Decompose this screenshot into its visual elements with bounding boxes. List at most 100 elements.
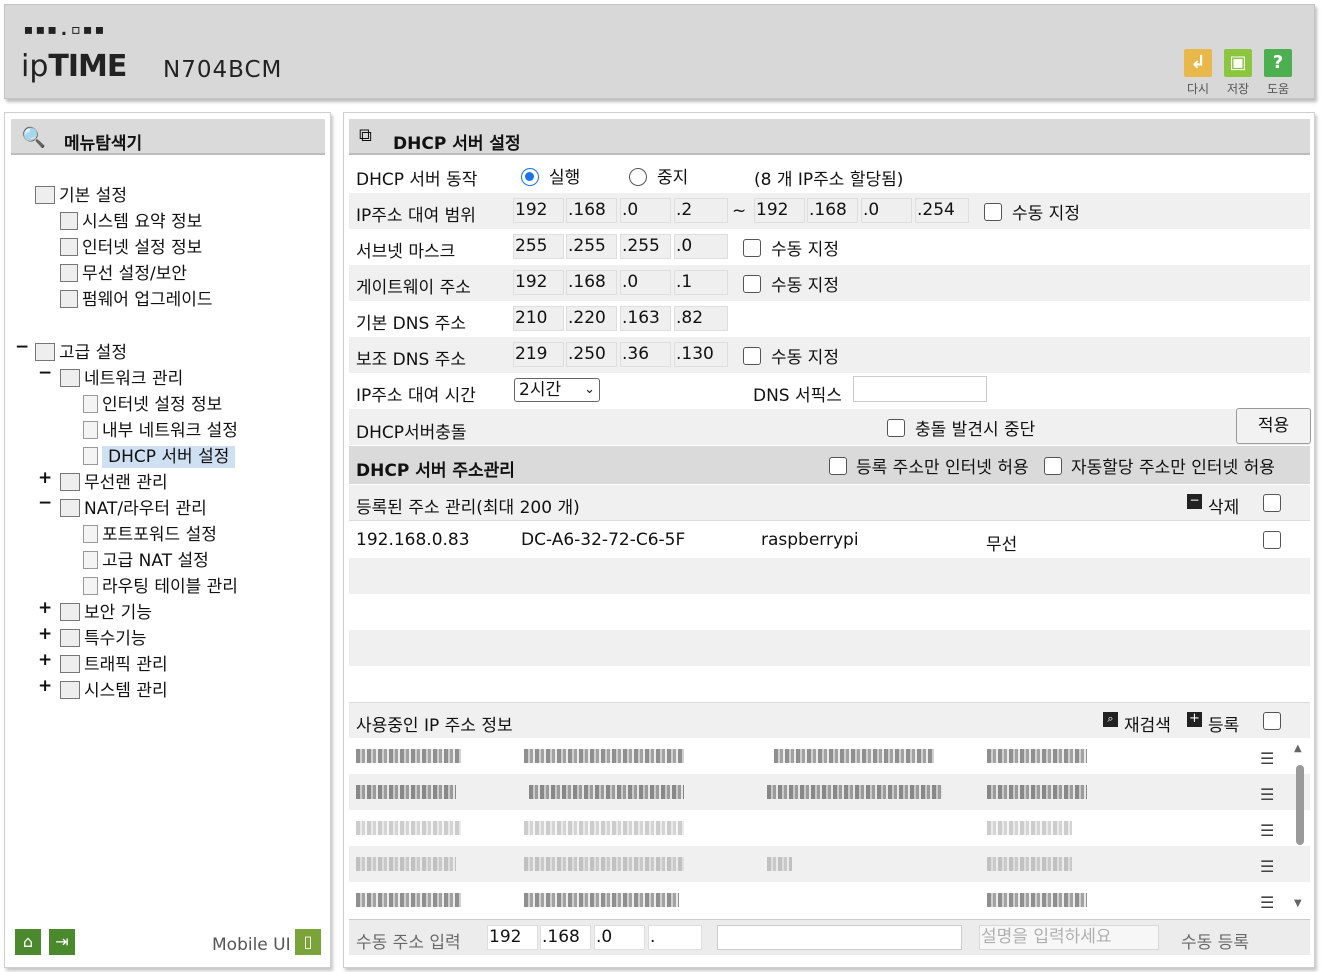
manual-mac-input[interactable] (717, 925, 962, 950)
tree-firmware-upgrade[interactable]: 펌웨어 업그레이드 (60, 285, 213, 310)
subnet-octet-2[interactable]: .255 (566, 234, 617, 259)
range-end-octet-1[interactable]: 192 (754, 198, 805, 223)
range-manual-label: 수동 지정 (1012, 204, 1080, 224)
help-button[interactable]: ? 도움 (1261, 49, 1295, 97)
in-use-select-all-checkbox[interactable] (1263, 712, 1281, 730)
redacted-ip (356, 821, 461, 835)
manual-ip-octet-2[interactable]: .168 (540, 925, 591, 950)
dns1-octet-4[interactable]: .82 (674, 306, 728, 331)
subnet-octet-1[interactable]: 255 (513, 234, 564, 259)
gateway-octet-4[interactable]: .1 (674, 270, 728, 295)
search-icon: 🔍 (21, 125, 46, 149)
range-start-octet-2[interactable]: .168 (566, 198, 617, 223)
save-button[interactable]: ▣ 저장 (1221, 49, 1255, 97)
registered-select-all-checkbox[interactable] (1263, 494, 1281, 512)
reg-row-checkbox[interactable] (1263, 531, 1281, 549)
range-start-octet-4[interactable]: .2 (674, 198, 728, 223)
range-end-octet-3[interactable]: .0 (861, 198, 912, 223)
mobile-ui-link[interactable]: Mobile UI (212, 935, 291, 955)
manual-ip-octet-1[interactable]: 192 (487, 925, 538, 950)
dns-suffix-input[interactable] (853, 376, 987, 402)
manual-register-button[interactable]: 수동 등록 (1181, 928, 1249, 953)
tree-wireless-security[interactable]: 무선 설정/보안 (60, 259, 187, 284)
subnet-manual-checkbox[interactable] (743, 239, 761, 257)
range-start-octet-1[interactable]: 192 (513, 198, 564, 223)
range-manual-checkbox[interactable] (984, 203, 1002, 221)
stop-radio[interactable] (629, 168, 647, 186)
tree-port-forward[interactable]: 포트포워드 설정 (83, 520, 217, 545)
delete-label[interactable]: 삭제 (1208, 493, 1239, 518)
gateway-manual-checkbox[interactable] (743, 275, 761, 293)
tree-internet-info[interactable]: 인터넷 설정 정보 (60, 233, 202, 258)
undo-button[interactable]: ↲ 다시 (1181, 49, 1215, 97)
tree-system[interactable]: 시스템 관리 (60, 676, 168, 701)
manual-ip-octet-3[interactable]: .0 (594, 925, 645, 950)
gateway-octet-2[interactable]: .168 (566, 270, 617, 295)
scroll-thumb[interactable] (1296, 765, 1304, 845)
redacted-ip (356, 857, 456, 871)
manual-ip-octet-4[interactable]: . (648, 925, 702, 950)
expand-toggle[interactable]: + (38, 598, 52, 618)
dns1-octet-3[interactable]: .163 (620, 306, 671, 331)
dns2-octet-4[interactable]: .130 (674, 342, 728, 367)
in-use-scrollbar[interactable]: ▲ ▼ (1294, 743, 1306, 913)
home-icon[interactable]: ⌂ (15, 929, 41, 955)
dns1-octet-1[interactable]: 210 (513, 306, 564, 331)
conflict-stop-checkbox[interactable] (887, 419, 905, 437)
register-label[interactable]: 등록 (1208, 711, 1239, 736)
row-action-icons[interactable]: ☰ ☰ ☰ ☰ ☰ (1260, 741, 1276, 921)
tree-label: 시스템 요약 정보 (82, 212, 203, 232)
auto-only-checkbox[interactable] (1044, 457, 1062, 475)
lease-time-select[interactable]: 2시간 ⌄ (514, 378, 600, 402)
collapse-toggle[interactable]: − (38, 363, 52, 383)
apply-button[interactable]: 적용 (1236, 408, 1311, 444)
tree-special[interactable]: 특수기능 (60, 624, 147, 649)
run-radio[interactable] (521, 168, 539, 186)
collapse-toggle[interactable]: − (38, 493, 52, 513)
expand-toggle[interactable]: + (38, 624, 52, 644)
dns2-octet-1[interactable]: 219 (513, 342, 564, 367)
expand-toggle[interactable]: + (38, 676, 52, 696)
dns2-octet-3[interactable]: .36 (620, 342, 671, 367)
menu-explorer-title: 메뉴탐색기 (64, 134, 143, 154)
dns1-octet-2[interactable]: .220 (566, 306, 617, 331)
range-end-octet-2[interactable]: .168 (807, 198, 858, 223)
tree-advanced-settings[interactable]: 고급 설정 (35, 338, 127, 363)
collapse-toggle[interactable]: − (15, 337, 29, 357)
tree-system-summary[interactable]: 시스템 요약 정보 (60, 207, 202, 232)
scroll-down-icon[interactable]: ▼ (1294, 898, 1302, 909)
range-start-octet-3[interactable]: .0 (620, 198, 671, 223)
tree-traffic[interactable]: 트래픽 관리 (60, 650, 168, 675)
subnet-octet-4[interactable]: .0 (674, 234, 728, 259)
tree-dhcp-server[interactable]: DHCP 서버 설정 (83, 442, 236, 468)
tree-advanced-nat[interactable]: 고급 NAT 설정 (83, 546, 209, 571)
tree-wireless-lan[interactable]: 무선랜 관리 (60, 468, 168, 493)
tree-security[interactable]: 보안 기능 (60, 598, 152, 623)
reg-name: raspberrypi (761, 530, 859, 550)
tree-basic-settings[interactable]: 기본 설정 (35, 181, 127, 206)
dns2-manual-checkbox[interactable] (743, 347, 761, 365)
delete-icon[interactable]: − (1187, 494, 1202, 509)
tree-label: 기본 설정 (59, 186, 127, 206)
gateway-octet-3[interactable]: .0 (620, 270, 671, 295)
tree-routing-table[interactable]: 라우팅 테이블 관리 (83, 572, 238, 597)
tree-network-management[interactable]: 네트워크 관리 (60, 364, 183, 389)
dns2-octet-2[interactable]: .250 (566, 342, 617, 367)
tree-nat-router[interactable]: NAT/라우터 관리 (60, 494, 207, 519)
scroll-up-icon[interactable]: ▲ (1294, 743, 1302, 754)
subnet-octet-3[interactable]: .255 (620, 234, 671, 259)
tree-internal-network[interactable]: 내부 네트워크 설정 (83, 416, 238, 441)
registered-only-checkbox[interactable] (829, 457, 847, 475)
manual-desc-input[interactable]: 설명을 입력하세요 (979, 925, 1159, 950)
expand-toggle[interactable]: + (38, 650, 52, 670)
range-end-octet-4[interactable]: .254 (915, 198, 969, 223)
tree-label: 포트포워드 설정 (102, 525, 217, 545)
rescan-icon[interactable]: ⌕ (1103, 712, 1118, 727)
logout-icon[interactable]: ⇥ (49, 929, 75, 955)
add-icon[interactable]: + (1187, 712, 1202, 727)
expand-toggle[interactable]: + (38, 468, 52, 488)
gateway-octet-1[interactable]: 192 (513, 270, 564, 295)
mobile-icon[interactable]: ▯ (295, 929, 321, 955)
rescan-label[interactable]: 재검색 (1124, 711, 1171, 736)
tree-internet-settings[interactable]: 인터넷 설정 정보 (83, 390, 222, 415)
